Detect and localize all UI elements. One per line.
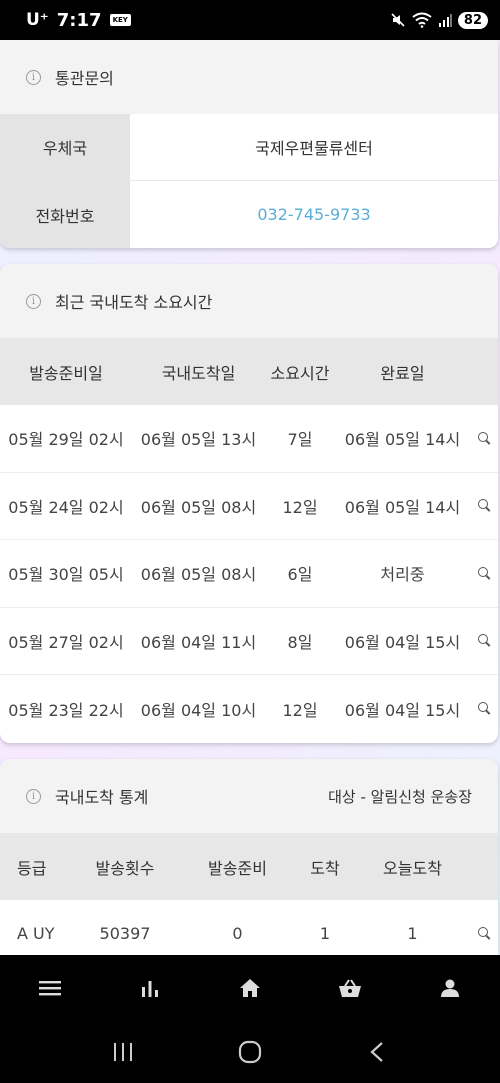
search-icon[interactable] [477,566,491,580]
ready-date: 05월 30일 05시 [8,565,124,585]
wifi-icon [412,12,432,28]
search-icon[interactable] [477,499,491,512]
col-today: 오늘도착 [383,858,442,878]
bar-chart-icon[interactable] [100,955,200,1020]
duration: 12일 [282,700,318,720]
ready-date: 05월 23일 22시 [8,700,124,720]
ready-date: 05월 27일 02시 [8,632,124,652]
ready-date: 05월 24일 02시 [8,497,124,517]
phone-row: 전화번호 032-745-9733 [0,181,498,248]
status-icons: 82 [390,11,488,29]
customs-inquiry-card: i 통관문의 우체국 국제우편물류센터 전화번호 032-745-9733 [0,40,498,248]
back-icon[interactable] [337,1041,417,1063]
duration: 12일 [282,497,318,517]
info-icon: i [26,293,41,309]
col-arrived: 도착 [310,858,340,878]
arrival-header: i 최근 국내도착 소요시간 [0,264,498,338]
signal-icon [438,13,452,27]
post-office-value: 국제우편물류센터 [255,139,373,158]
col-ready: 발송준비 [208,858,267,878]
phone-link[interactable]: 032-745-9733 [130,181,498,248]
status-bar: U⁺ 7:17 KEY 82 [0,0,500,40]
search-icon[interactable] [477,431,491,445]
today-count: 1 [407,924,418,944]
col-grade: 등급 [17,858,47,878]
menu-icon[interactable] [0,955,100,1020]
customs-header: i 통관문의 [0,40,498,114]
person-icon[interactable] [400,955,500,1020]
col-done-date: 완료일 [380,363,425,383]
phone-label: 전화번호 [0,181,130,248]
search-icon[interactable] [477,927,491,940]
arrival-date: 06월 05일 08시 [140,497,257,517]
arrival-title: 최근 국내도착 소요시간 [55,293,213,312]
post-office-label: 우체국 [0,114,130,180]
customs-title: 통관문의 [55,69,114,88]
home-icon[interactable] [200,955,300,1020]
arrival-date: 06월 04일 10시 [140,700,257,720]
bottom-nav [0,955,500,1020]
col-ready-date: 발송준비일 [29,363,103,383]
search-icon[interactable] [477,702,491,715]
stats-table-header: 등급 발송횟수 발송준비 도착 오늘도착 [0,833,498,900]
table-row[interactable]: 05월 27일 02시 06월 04일 11시 8일 06월 04일 15시 [0,608,498,675]
system-nav-bar [0,1020,500,1083]
col-duration: 소요시간 [270,363,330,383]
stats-subtitle: 대상 - 알림신청 운송장 [328,787,472,806]
arrival-table-header: 발송준비일 국내도착일 소요시간 완료일 [0,338,498,405]
done-date: 06월 04일 15시 [344,632,461,652]
recent-apps-icon[interactable] [83,1042,163,1062]
done-date: 처리중 [380,565,425,585]
done-date: 06월 04일 15시 [344,700,461,720]
carrier-label: U⁺ [26,10,49,30]
ready-count: 0 [232,924,243,944]
duration: 8일 [287,632,313,652]
post-office-row: 우체국 국제우편물류센터 [0,114,498,181]
basket-icon[interactable] [300,955,400,1020]
arrival-date: 06월 05일 13시 [140,430,257,450]
col-arrival-date: 국내도착일 [161,363,236,383]
mute-icon [390,12,406,28]
table-row[interactable]: 05월 23일 22시 06월 04일 10시 12일 06월 04일 15시 [0,675,498,743]
search-icon[interactable] [477,634,491,647]
col-sent-count: 발송횟수 [95,858,155,878]
stats-header: i 국내도착 통계 대상 - 알림신청 운송장 [0,759,498,833]
done-date: 06월 05일 14시 [344,430,461,450]
home-circle-icon[interactable] [210,1040,290,1064]
arrival-date: 06월 05일 08시 [140,565,257,585]
table-row[interactable]: 05월 29일 02시 06월 05일 13시 7일 06월 05일 14시 [0,405,498,473]
arrival-stats-card: i 국내도착 통계 대상 - 알림신청 운송장 등급 발송횟수 발송준비 도착 … [0,759,498,955]
arrival-time-card: i 최근 국내도착 소요시간 발송준비일 국내도착일 소요시간 완료일 05월 … [0,264,498,743]
table-row[interactable]: 05월 30일 05시 06월 05일 08시 6일 처리중 [0,540,498,608]
table-row[interactable]: A UY 50397 0 1 1 [0,900,498,955]
ready-date: 05월 29일 02시 [8,430,124,450]
done-date: 06월 05일 14시 [344,497,461,517]
arrival-date: 06월 04일 11시 [140,632,257,652]
sent-count: 50397 [99,924,151,944]
key-badge: KEY [109,14,131,26]
grade: A UY [17,924,55,944]
stats-title: 국내도착 통계 [55,788,149,807]
battery-indicator: 82 [457,11,488,29]
duration: 6일 [287,565,313,585]
arrived-count: 1 [319,924,331,944]
info-icon: i [26,788,41,804]
duration: 7일 [287,430,313,450]
info-icon: i [26,69,41,85]
status-time: 7:17 [56,9,102,31]
table-row[interactable]: 05월 24일 02시 06월 05일 08시 12일 06월 05일 14시 [0,473,498,540]
